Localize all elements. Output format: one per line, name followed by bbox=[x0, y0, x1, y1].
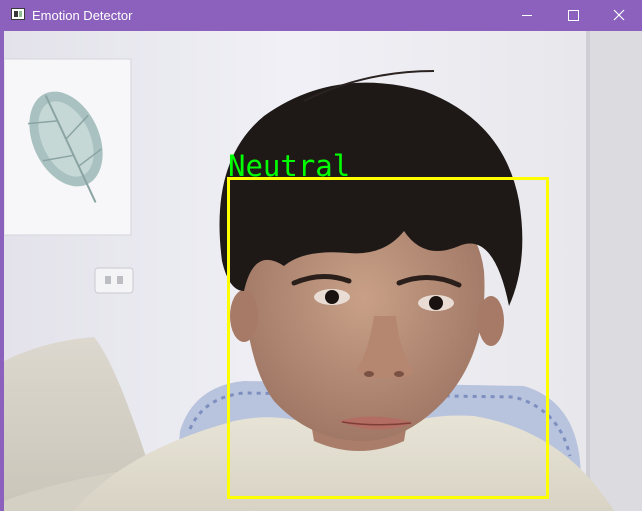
close-button[interactable] bbox=[596, 0, 642, 31]
title-bar[interactable]: Emotion Detector bbox=[0, 0, 642, 31]
minimize-button[interactable] bbox=[504, 0, 550, 31]
face-bounding-box bbox=[227, 177, 549, 499]
app-window-icon bbox=[11, 8, 25, 20]
maximize-icon bbox=[568, 10, 579, 21]
maximize-button[interactable] bbox=[550, 0, 596, 31]
minimize-icon bbox=[522, 15, 532, 16]
emotion-label: Neutral bbox=[228, 149, 351, 183]
emotion-detector-window: Emotion Detector Neutral bbox=[0, 0, 642, 511]
window-title: Emotion Detector bbox=[32, 8, 133, 23]
close-icon bbox=[613, 9, 625, 21]
